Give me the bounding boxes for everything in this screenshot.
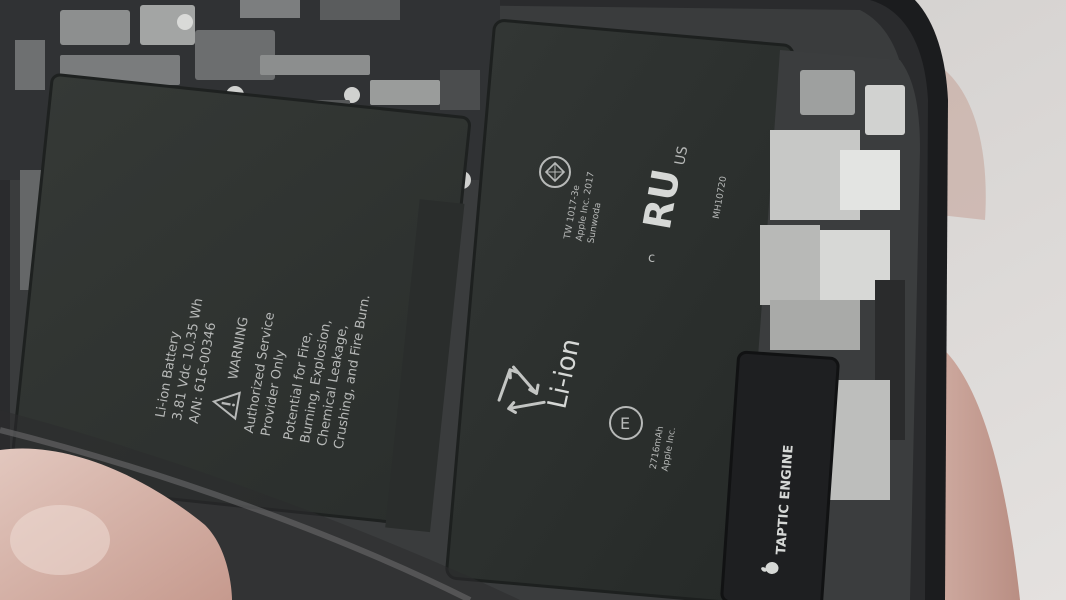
ul-c-label: c	[648, 251, 655, 266]
thumb-highlight	[10, 505, 110, 575]
phone-teardown-photo: Li-ion Battery 3.81 Vdc 10.35 Wh A/N: 61…	[0, 0, 1066, 600]
ul-us-label: US	[672, 145, 691, 167]
photo-canvas: Li-ion Battery 3.81 Vdc 10.35 Wh A/N: 61…	[0, 0, 1066, 600]
svg-text:E: E	[620, 414, 630, 433]
